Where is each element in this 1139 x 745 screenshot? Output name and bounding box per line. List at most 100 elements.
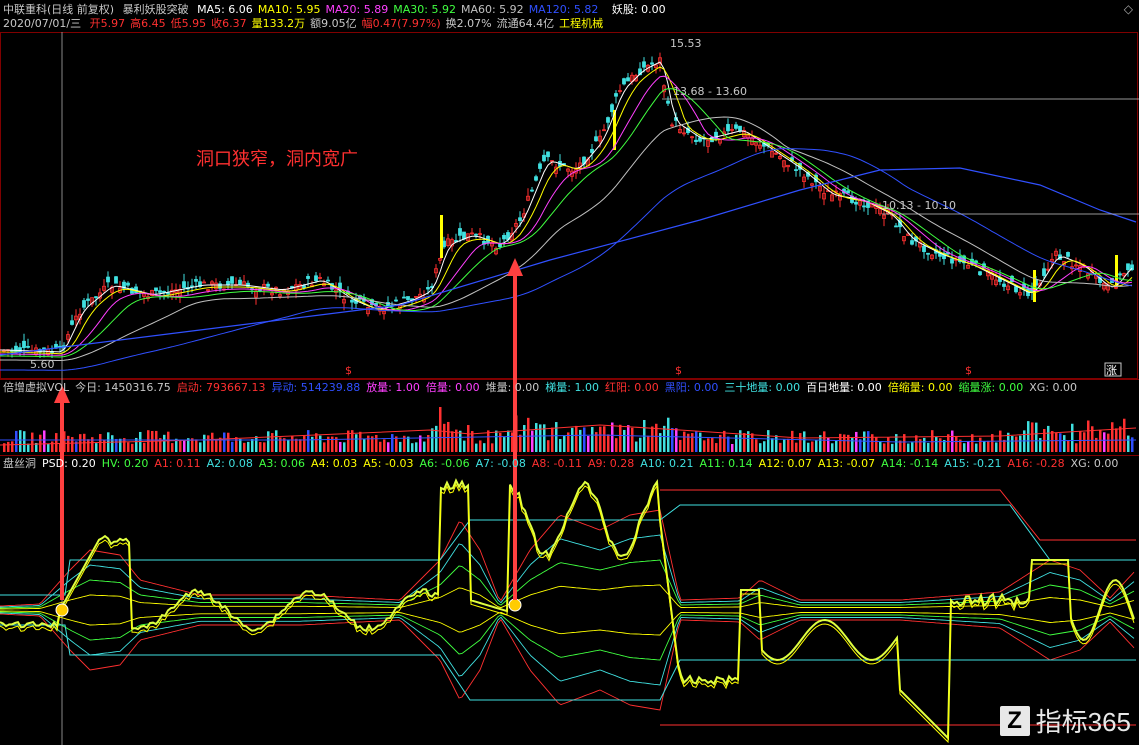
volume-bar [671, 428, 674, 452]
candle-body [230, 276, 234, 284]
psd-item-1: PSD: 0.20 [42, 457, 96, 470]
volume-bar [399, 441, 402, 452]
volume-bar [691, 433, 694, 452]
volume-bar [723, 430, 726, 452]
psd-band-down-0 [0, 613, 1135, 711]
volume-bar [503, 437, 506, 452]
volume-bar [207, 435, 210, 452]
volume-bar [243, 442, 246, 452]
volume-bar [255, 436, 258, 452]
volume-bar [235, 437, 238, 452]
candle-body [394, 299, 398, 302]
candle-body [622, 78, 626, 85]
volume-bar [727, 436, 730, 452]
volume-bar [731, 443, 734, 452]
volume-bar [339, 441, 342, 452]
psd-channel-red-up [660, 489, 1136, 541]
volume-bar [1003, 439, 1006, 452]
ma-line-0 [0, 61, 1133, 353]
candle-body [734, 124, 738, 129]
volume-bar [891, 443, 894, 452]
volume-bar [299, 439, 302, 452]
volume-bar [203, 434, 206, 452]
volume-bar [967, 441, 970, 452]
candle-body [86, 298, 90, 301]
volume-bar [839, 433, 842, 452]
price-high-label: 15.53 [670, 37, 702, 50]
volume-bar [791, 430, 794, 452]
candle-body [458, 228, 462, 236]
candle-body [862, 205, 866, 208]
vol-item-5: 倍量: 0.00 [425, 381, 480, 394]
vol-item-3: 异动: 514239.88 [271, 381, 361, 394]
volume-bar [863, 431, 866, 452]
volume-bar [1111, 422, 1114, 452]
price-low-label: 5.60 [30, 358, 55, 371]
volume-bar [231, 441, 234, 452]
candle-body [426, 287, 430, 290]
volume-bar [311, 436, 314, 452]
psd-channel-cyan-down [0, 624, 1136, 701]
volume-bar [67, 435, 70, 452]
volume-bar [971, 434, 974, 452]
volume-bar [647, 435, 650, 452]
candle-body [158, 290, 162, 293]
candle-body [226, 280, 230, 286]
candle-body [726, 124, 730, 132]
candle-body [642, 61, 646, 68]
volume-bar [491, 443, 494, 452]
volume-bar [487, 430, 490, 452]
candle-body [166, 292, 170, 295]
volume-bar [391, 434, 394, 452]
volume-bar [343, 442, 346, 452]
volume-bar [687, 433, 690, 452]
candle-body [306, 276, 310, 279]
volume-bar [703, 440, 706, 452]
vol-item-2: 启动: 793667.13 [176, 381, 266, 394]
volume-bar [331, 436, 334, 452]
volume-bar [47, 443, 50, 452]
psd-panel-header: 盘丝洞 PSD: 0.20 HV: 0.20 A1: 0.11 A2: 0.08 A3: … [3, 457, 1124, 471]
chart-canvas[interactable]: 15.53 13.68 - 13.60 10.13 - 10.10 5.60 $ $ $ 涨 [0, 0, 1139, 745]
volume-bar [919, 439, 922, 452]
volume-bar [603, 426, 606, 452]
volume-bar [1015, 436, 1018, 452]
volume-bar [763, 441, 766, 452]
candle-body [314, 275, 318, 282]
candle-body [114, 276, 118, 284]
candle-body [350, 299, 354, 303]
chart-annotation: 洞口狭窄，洞内宽广 [196, 149, 358, 170]
volume-bar [807, 442, 810, 452]
psd-item-15: A13: -0.07 [817, 457, 876, 470]
candle-body [498, 243, 502, 248]
volume-bar [95, 443, 98, 452]
volume-bar [259, 442, 262, 452]
volume-bar [779, 442, 782, 452]
psd-item-17: A15: -0.21 [944, 457, 1002, 470]
volume-bar [367, 435, 370, 452]
vol-item-8: 红阳: 0.00 [605, 381, 659, 394]
candle-body [590, 148, 594, 153]
zhang-mark: 涨 [1106, 364, 1117, 377]
volume-bar [651, 426, 654, 452]
volume-bar [695, 431, 698, 452]
volume-bar [555, 422, 558, 452]
psd-item-13: A11: 0.14 [699, 457, 753, 470]
volume-bar [199, 442, 202, 452]
volume-bar [387, 442, 390, 452]
volume-bar [179, 440, 182, 452]
candle-body [606, 117, 610, 123]
psd-channel-cyan-up [0, 504, 1136, 596]
candle-body [194, 279, 198, 282]
s-mark: $ [345, 364, 352, 377]
volume-bar [619, 424, 622, 452]
volume-bar [575, 425, 578, 452]
volume-bar [163, 434, 166, 452]
volume-bar [315, 433, 318, 452]
volume-bar [275, 430, 278, 452]
volume-bar [851, 438, 854, 452]
volume-bar [987, 440, 990, 452]
volume-bar [431, 428, 434, 452]
signal-bar [1033, 270, 1036, 302]
volume-bar [327, 436, 330, 452]
